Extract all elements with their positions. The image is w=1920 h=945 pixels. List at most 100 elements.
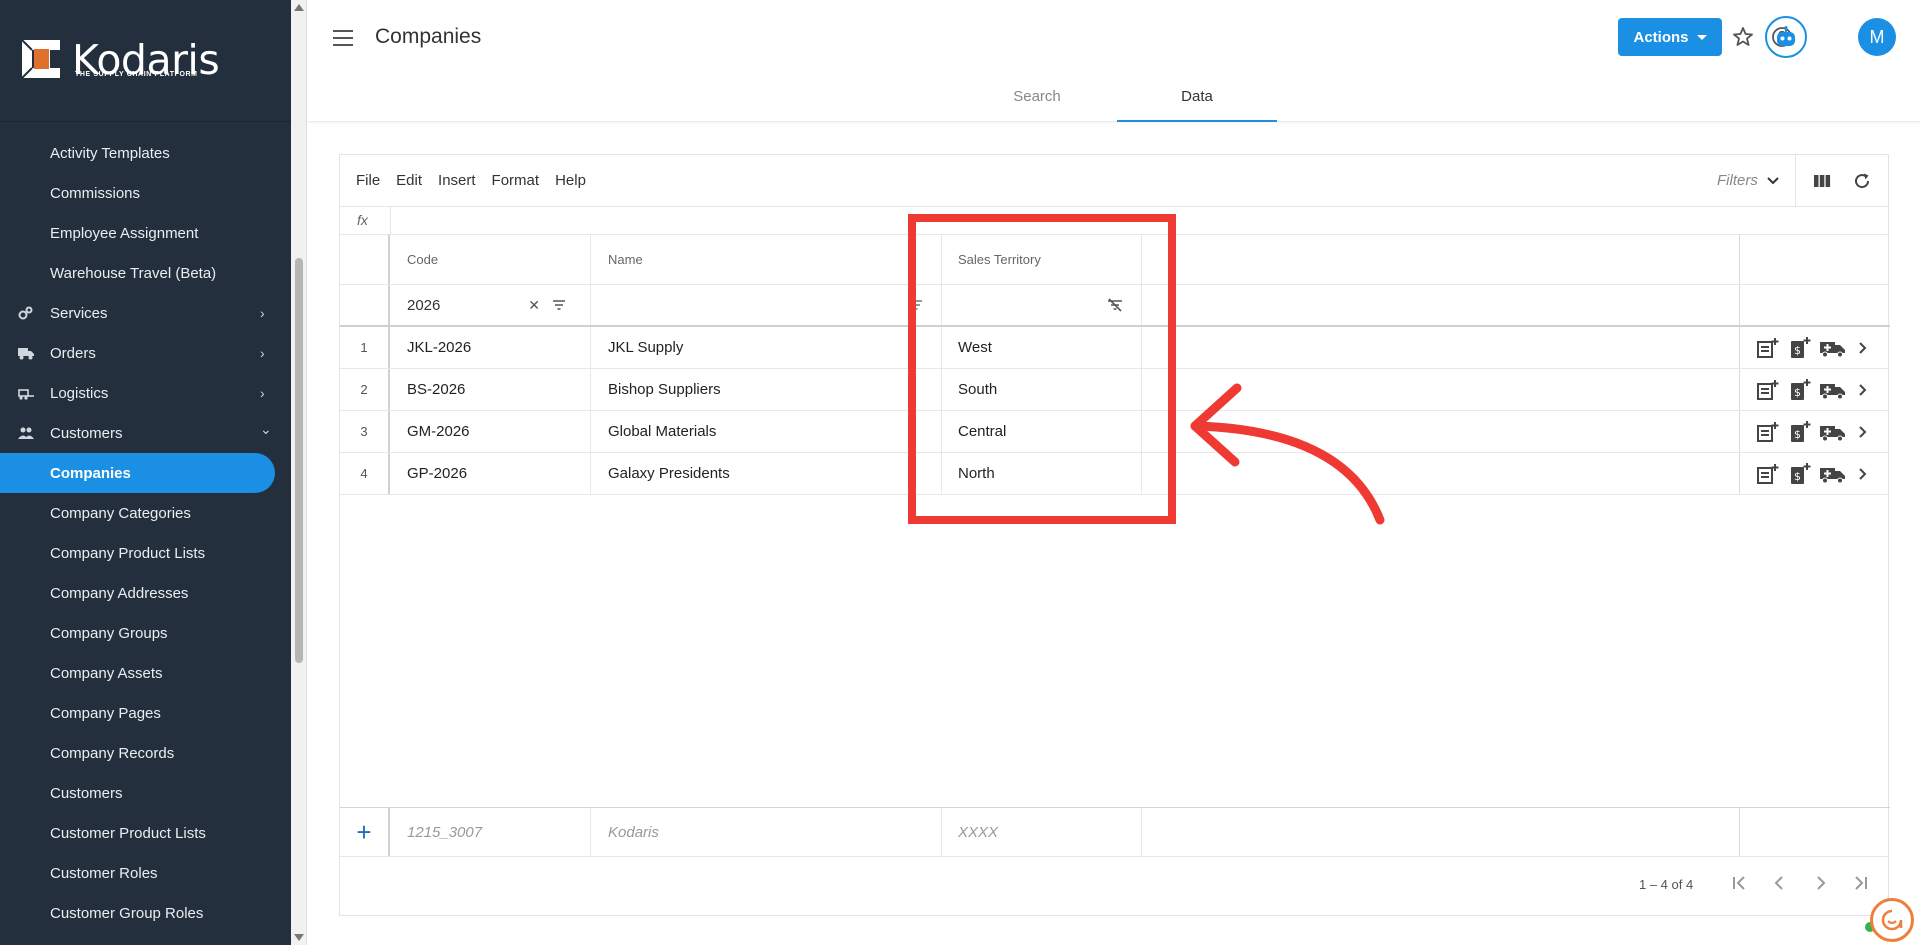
new-code-input[interactable]: 1215_3007 xyxy=(390,808,591,856)
sidebar-item-orders[interactable]: Orders › xyxy=(0,333,291,373)
clear-filter-icon[interactable]: ✕ xyxy=(528,297,540,314)
cell-name[interactable]: Global Materials xyxy=(591,411,942,452)
pagination: 1 – 4 of 4 xyxy=(338,855,1888,915)
cell-name[interactable]: Galaxy Presidents xyxy=(591,453,942,494)
menu-help[interactable]: Help xyxy=(555,172,586,189)
actions-header xyxy=(1740,235,1890,284)
code-filter-input[interactable]: 2026 xyxy=(407,297,440,314)
columns-icon[interactable] xyxy=(1812,171,1832,191)
add-note-icon[interactable] xyxy=(1755,379,1781,401)
chevron-right-icon[interactable] xyxy=(1853,463,1873,485)
cell-code[interactable]: GM-2026 xyxy=(390,411,591,452)
scroll-up-arrow-icon[interactable] xyxy=(294,4,304,11)
add-order-truck-icon[interactable] xyxy=(1819,421,1847,443)
sidebar-item-label: Warehouse Travel (Beta) xyxy=(50,264,217,282)
cell-code[interactable]: JKL-2026 xyxy=(390,327,591,368)
menu-edit[interactable]: Edit xyxy=(396,172,422,189)
add-note-icon[interactable] xyxy=(1755,337,1781,359)
scroll-down-arrow-icon[interactable] xyxy=(294,934,304,941)
filters-dropdown[interactable]: Filters xyxy=(1717,172,1780,189)
add-quote-icon[interactable]: $ xyxy=(1787,462,1813,485)
sidebar-item-customers[interactable]: Customers xyxy=(0,773,291,813)
new-name-input[interactable]: Kodaris xyxy=(591,808,942,856)
filter-cell-code[interactable]: 2026 ✕ xyxy=(390,285,591,325)
add-order-truck-icon[interactable] xyxy=(1819,379,1847,401)
chevron-right-icon[interactable] xyxy=(1853,337,1873,359)
new-row-actions xyxy=(1740,808,1890,856)
tab-data[interactable]: Data xyxy=(1117,80,1277,122)
tab-search[interactable]: Search xyxy=(957,80,1117,122)
filter-cell-name[interactable] xyxy=(591,285,942,325)
caret-down-icon xyxy=(1696,34,1707,40)
sidebar-item-company-pages[interactable]: Company Pages xyxy=(0,693,291,733)
hamburger-menu-icon[interactable] xyxy=(333,30,353,46)
menu-file[interactable]: File xyxy=(356,172,380,189)
sidebar-item-logistics[interactable]: Logistics › xyxy=(0,373,291,413)
sidebar-item-label: Logistics xyxy=(50,384,109,402)
menu-format[interactable]: Format xyxy=(492,172,540,189)
column-header-name[interactable]: Name xyxy=(591,235,942,284)
sidebar-item-label: Customer Group Roles xyxy=(50,904,204,922)
sidebar-item-customers-group[interactable]: Customers ⌄ xyxy=(0,413,291,453)
user-avatar[interactable]: M xyxy=(1858,18,1896,56)
row-actions: $ xyxy=(1740,369,1890,410)
sidebar-item-company-assets[interactable]: Company Assets xyxy=(0,653,291,693)
next-page-icon[interactable] xyxy=(1811,873,1829,893)
sidebar-item-label: Company Assets xyxy=(50,664,163,682)
new-territory-input[interactable]: XXXX xyxy=(942,808,1142,856)
view-tabs: Search Data xyxy=(957,80,1277,122)
cell-name[interactable]: Bishop Suppliers xyxy=(591,369,942,410)
new-row-empty xyxy=(1142,808,1740,856)
cell-code[interactable]: BS-2026 xyxy=(390,369,591,410)
truck-icon xyxy=(18,345,34,361)
sidebar-item-company-groups[interactable]: Company Groups xyxy=(0,613,291,653)
sidebar-item-employee-assignment[interactable]: Employee Assignment xyxy=(0,213,291,253)
sidebar-item-customer-roles[interactable]: Customer Roles xyxy=(0,853,291,893)
sidebar-item-company-addresses[interactable]: Company Addresses xyxy=(0,573,291,613)
add-order-truck-icon[interactable] xyxy=(1819,463,1847,485)
sidebar-item-label: Customer Roles xyxy=(50,864,158,882)
add-quote-icon[interactable]: $ xyxy=(1787,378,1813,401)
first-page-icon[interactable] xyxy=(1731,873,1749,893)
sidebar-item-company-categories[interactable]: Company Categories xyxy=(0,493,291,533)
add-note-icon[interactable] xyxy=(1755,463,1781,485)
cell-empty xyxy=(1142,327,1740,368)
sidebar-item-services[interactable]: Services › xyxy=(0,293,291,333)
sidebar-item-warehouse-travel[interactable]: Warehouse Travel (Beta) xyxy=(0,253,291,293)
sidebar-scrollbar[interactable] xyxy=(291,0,307,945)
sidebar-item-customer-group-roles[interactable]: Customer Group Roles xyxy=(0,893,291,933)
chevron-right-icon[interactable] xyxy=(1853,379,1873,401)
sidebar-item-commissions[interactable]: Commissions xyxy=(0,173,291,213)
add-note-icon[interactable] xyxy=(1755,421,1781,443)
sidebar-item-companies[interactable]: Companies xyxy=(0,453,275,493)
cell-name[interactable]: JKL Supply xyxy=(591,327,942,368)
column-header-empty xyxy=(1142,235,1740,284)
add-quote-icon[interactable]: $ xyxy=(1787,420,1813,443)
star-icon[interactable] xyxy=(1731,25,1755,49)
kodaris-logo-icon xyxy=(21,39,60,79)
cell-code[interactable]: GP-2026 xyxy=(390,453,591,494)
add-row-button[interactable]: + xyxy=(340,808,390,856)
last-page-icon[interactable] xyxy=(1851,873,1869,893)
row-number: 1 xyxy=(340,327,390,368)
scrollbar-thumb[interactable] xyxy=(295,258,303,663)
chevron-right-icon: › xyxy=(260,385,265,401)
refresh-icon[interactable] xyxy=(1852,171,1872,191)
sidebar-item-customer-product-lists[interactable]: Customer Product Lists xyxy=(0,813,291,853)
chevron-right-icon[interactable] xyxy=(1853,421,1873,443)
menu-insert[interactable]: Insert xyxy=(438,172,476,189)
sidebar-item-company-records[interactable]: Company Records xyxy=(0,733,291,773)
new-record-row[interactable]: + 1215_3007 Kodaris XXXX xyxy=(340,807,1890,857)
filter-icon[interactable] xyxy=(552,299,566,311)
assistant-bot-icon[interactable] xyxy=(1765,16,1807,58)
add-order-truck-icon[interactable] xyxy=(1819,337,1847,359)
sidebar-item-activity-templates[interactable]: Activity Templates xyxy=(0,133,291,173)
add-quote-icon[interactable]: $ xyxy=(1787,336,1813,359)
previous-page-icon[interactable] xyxy=(1771,873,1789,893)
svg-text:$: $ xyxy=(1794,470,1801,483)
column-header-code[interactable]: Code xyxy=(390,235,591,284)
chat-support-icon[interactable] xyxy=(1870,898,1914,942)
sidebar-item-company-product-lists[interactable]: Company Product Lists xyxy=(0,533,291,573)
actions-button[interactable]: Actions xyxy=(1618,18,1722,56)
logo[interactable]: Kodaris THE SUPPLY CHAIN PLATFORM xyxy=(0,0,291,122)
